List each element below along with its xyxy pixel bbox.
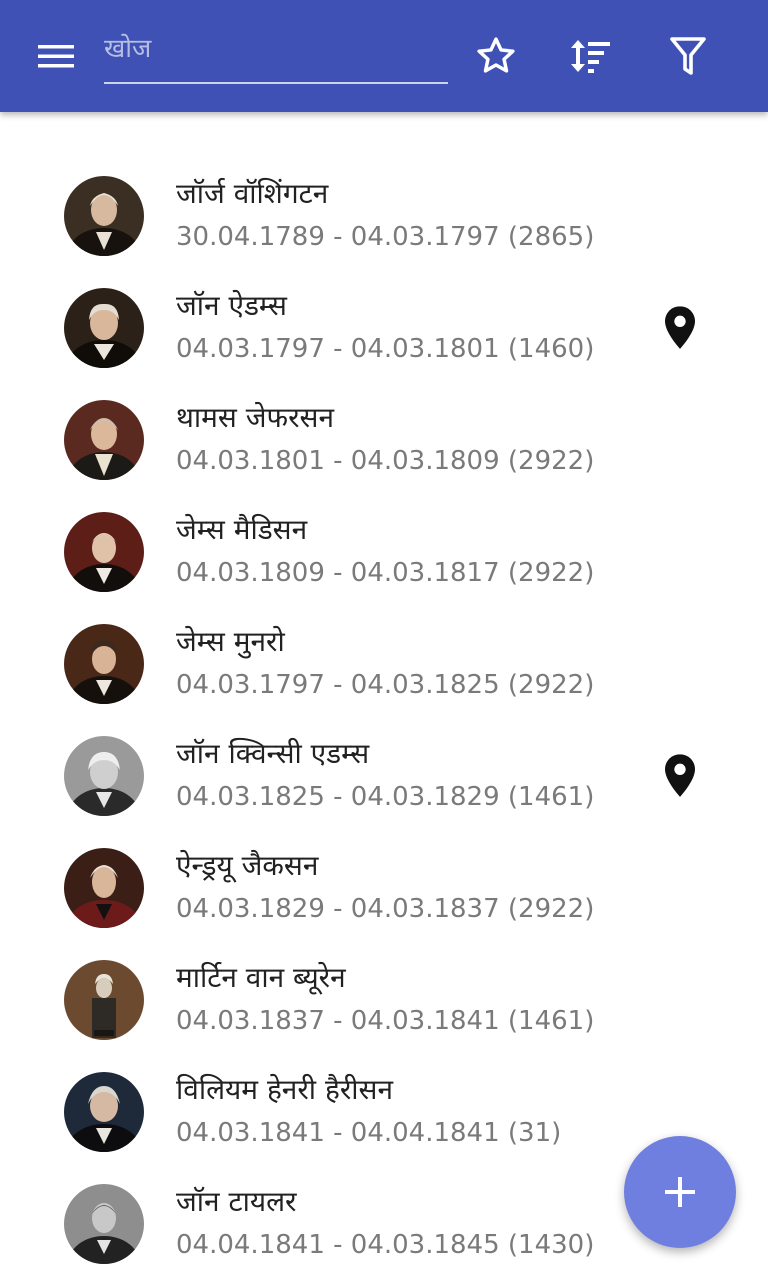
- star-outline-icon: [477, 37, 515, 73]
- avatar: [64, 736, 144, 816]
- plus-icon: [665, 1177, 695, 1207]
- term-dates: 04.03.1797 - 04.03.1825 (2922): [176, 670, 595, 700]
- sort-button[interactable]: [563, 28, 619, 84]
- avatar: [64, 848, 144, 928]
- president-name: ऐन्ड्रयू जैकसन: [176, 849, 319, 882]
- avatar: [64, 624, 144, 704]
- avatar: [64, 176, 144, 256]
- avatar: [64, 288, 144, 368]
- list-item[interactable]: जॉन क्विन्सी एडम्स 04.03.1825 - 04.03.18…: [0, 720, 768, 832]
- president-name: मार्टिन वान ब्यूरेन: [176, 961, 346, 994]
- term-dates: 04.03.1797 - 04.03.1801 (1460): [176, 334, 595, 364]
- app-bar: [0, 0, 768, 112]
- hamburger-menu-icon: [38, 45, 74, 68]
- term-dates: 04.03.1801 - 04.03.1809 (2922): [176, 446, 595, 476]
- filter-icon: [670, 37, 706, 75]
- list-item[interactable]: मार्टिन वान ब्यूरेन 04.03.1837 - 04.03.1…: [0, 944, 768, 1056]
- president-name: थामस जेफरसन: [176, 401, 335, 434]
- president-name: जॉन टायलर: [176, 1185, 297, 1218]
- president-name: विलियम हेनरी हैरीसन: [176, 1073, 393, 1106]
- term-dates: 04.03.1825 - 04.03.1829 (1461): [176, 782, 595, 812]
- menu-button[interactable]: [28, 28, 84, 84]
- term-dates: 04.03.1837 - 04.03.1841 (1461): [176, 1006, 595, 1036]
- avatar: [64, 512, 144, 592]
- avatar: [64, 960, 144, 1040]
- filter-button[interactable]: [660, 28, 716, 84]
- term-dates: 30.04.1789 - 04.03.1797 (2865): [176, 222, 595, 252]
- list-item[interactable]: जॉन ऐडम्स 04.03.1797 - 04.03.1801 (1460): [0, 272, 768, 384]
- list-item[interactable]: जेम्स मुनरो 04.03.1797 - 04.03.1825 (292…: [0, 608, 768, 720]
- avatar: [64, 400, 144, 480]
- list-item[interactable]: थामस जेफरसन 04.03.1801 - 04.03.1809 (292…: [0, 384, 768, 496]
- sort-icon: [571, 40, 610, 73]
- search-field: [104, 24, 448, 84]
- list-item[interactable]: जेम्स मैडिसन 04.03.1809 - 04.03.1817 (29…: [0, 496, 768, 608]
- list-item[interactable]: ऐन्ड्रयू जैकसन 04.03.1829 - 04.03.1837 (…: [0, 832, 768, 944]
- president-name: जेम्स मैडिसन: [176, 513, 308, 546]
- avatar: [64, 1184, 144, 1264]
- list-item[interactable]: जॉर्ज वॉशिंगटन 30.04.1789 - 04.03.1797 (…: [0, 160, 768, 272]
- term-dates: 04.03.1829 - 04.03.1837 (2922): [176, 894, 595, 924]
- avatar: [64, 1072, 144, 1152]
- location-pin-icon[interactable]: [660, 304, 700, 352]
- term-dates: 04.03.1809 - 04.03.1817 (2922): [176, 558, 595, 588]
- president-name: जॉन ऐडम्स: [176, 289, 287, 322]
- president-name: जॉर्ज वॉशिंगटन: [176, 177, 329, 210]
- term-dates: 04.03.1841 - 04.04.1841 (31): [176, 1118, 562, 1148]
- term-dates: 04.04.1841 - 04.03.1845 (1430): [176, 1230, 595, 1260]
- president-name: जॉन क्विन्सी एडम्स: [176, 737, 370, 770]
- search-input[interactable]: [104, 24, 448, 74]
- president-name: जेम्स मुनरो: [176, 625, 285, 658]
- favorites-button[interactable]: [468, 28, 524, 84]
- add-button[interactable]: [624, 1136, 736, 1248]
- location-pin-icon[interactable]: [660, 752, 700, 800]
- president-list: जॉर्ज वॉशिंगटन 30.04.1789 - 04.03.1797 (…: [0, 160, 768, 1280]
